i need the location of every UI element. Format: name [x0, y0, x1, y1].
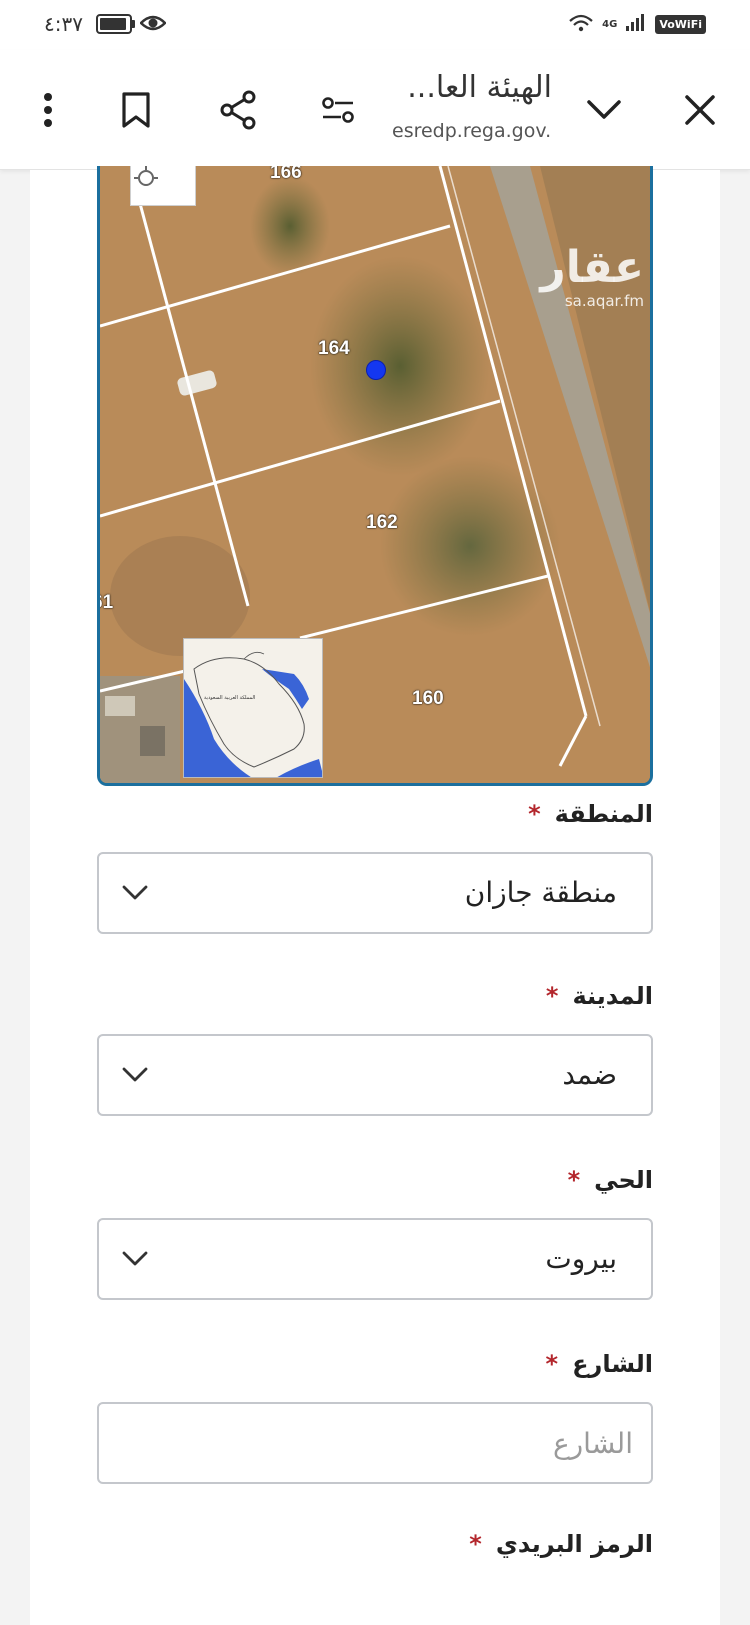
- district-label: الحي*: [567, 1166, 653, 1194]
- required-mark: *: [567, 1166, 581, 1194]
- locate-button[interactable]: [130, 166, 196, 206]
- parcel-label: 166: [270, 166, 302, 183]
- share-icon[interactable]: [214, 86, 262, 134]
- clock: ٤:٣٧: [44, 12, 83, 36]
- page-title[interactable]: الهيئة العا...: [392, 70, 552, 105]
- watermark-arabic: عقار: [540, 242, 644, 293]
- bookmark-icon[interactable]: [112, 86, 160, 134]
- postal-code-label: الرمز البريدي*: [469, 1530, 653, 1558]
- page-settings-icon[interactable]: [314, 86, 362, 134]
- screen: ٤:٣٧ 4G VoWiFi الهيئة العا... esredp.reg…: [0, 0, 750, 1625]
- region-select-value: منطقة جازان: [464, 876, 617, 909]
- city-select[interactable]: ضمد: [97, 1034, 653, 1116]
- parcel-label: 162: [366, 512, 398, 533]
- required-mark: *: [528, 800, 541, 828]
- chevron-down-icon: [121, 1066, 149, 1088]
- crosshair-icon: [134, 166, 158, 186]
- network-type: 4G: [602, 19, 618, 30]
- city-label: المدينة*: [545, 982, 653, 1010]
- parcel-label: 164: [318, 338, 350, 359]
- parcel-label: 61: [100, 592, 114, 613]
- saudi-map-outline: [184, 639, 322, 777]
- location-marker[interactable]: [366, 360, 386, 380]
- close-icon[interactable]: [676, 86, 724, 134]
- district-select-value: بيروت: [545, 1242, 617, 1275]
- more-icon[interactable]: [24, 86, 72, 134]
- district-select[interactable]: بيروت: [97, 1218, 653, 1300]
- required-mark: *: [545, 982, 559, 1010]
- region-label: المنطقة*: [528, 800, 653, 828]
- city-select-value: ضمد: [562, 1058, 617, 1091]
- status-bar: ٤:٣٧ 4G VoWiFi: [0, 0, 750, 50]
- required-mark: *: [469, 1530, 482, 1558]
- wifi-icon: [568, 12, 594, 37]
- chevron-down-icon: [121, 884, 149, 906]
- signal-icon: [625, 12, 647, 37]
- minimap-country-label: المملكة العربية السعودية: [204, 695, 256, 701]
- chevron-down-icon[interactable]: [580, 86, 628, 134]
- vowifi-badge: VoWiFi: [655, 15, 706, 34]
- aqar-watermark: عقار sa.aqar.fm: [540, 242, 644, 311]
- overview-minimap[interactable]: المملكة العربية السعودية: [183, 638, 323, 778]
- street-input[interactable]: [97, 1402, 653, 1484]
- street-label: الشارع*: [545, 1350, 653, 1378]
- parcel-label: 160: [412, 688, 444, 709]
- parcel-map[interactable]: 166 164 162 160 61 عقار sa.aqar.fm الممل…: [97, 166, 653, 786]
- status-right: 4G VoWiFi: [568, 12, 706, 37]
- battery-icon: [96, 14, 135, 34]
- required-mark: *: [545, 1350, 559, 1378]
- region-select[interactable]: منطقة جازان: [97, 852, 653, 934]
- browser-toolbar: الهيئة العا... esredp.rega.gov.sa: [0, 50, 750, 170]
- watermark-url: sa.aqar.fm: [564, 292, 644, 310]
- page-url[interactable]: esredp.rega.gov.sa: [392, 120, 552, 142]
- eye-icon: [139, 12, 167, 39]
- chevron-down-icon: [121, 1250, 149, 1272]
